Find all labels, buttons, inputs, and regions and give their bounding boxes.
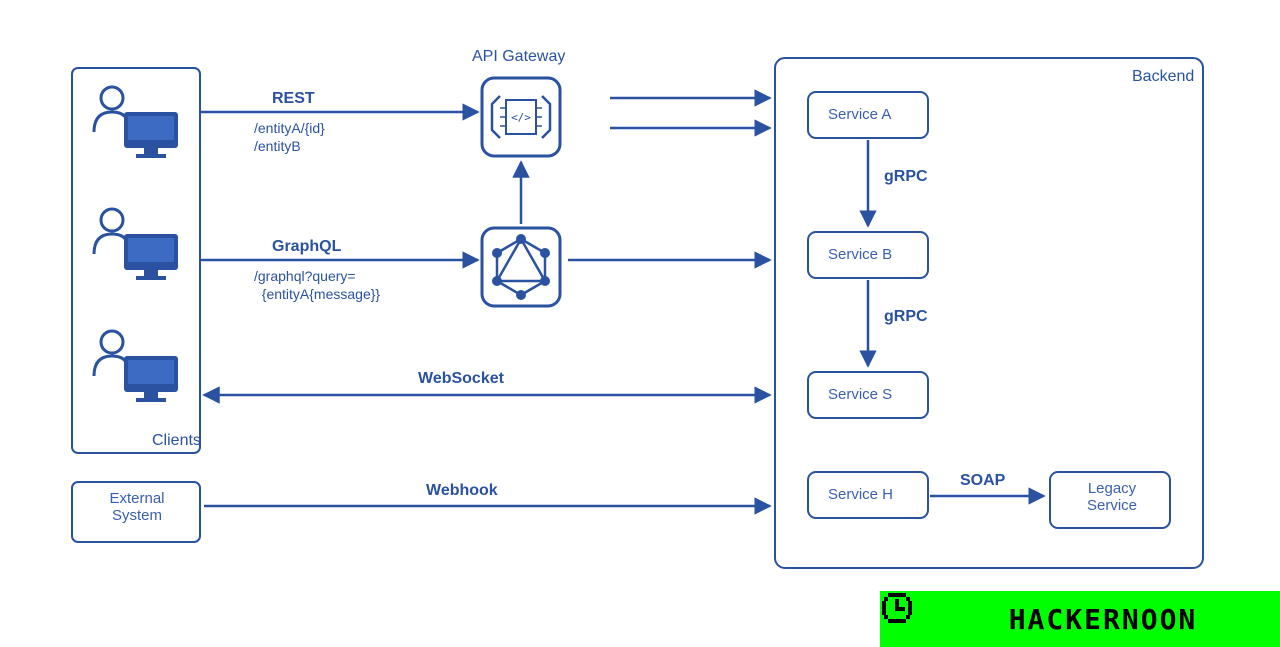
- rest-path-1: /entityA/{id}: [254, 120, 325, 136]
- svg-text:</>: </>: [511, 111, 531, 124]
- external-system-label: External System: [92, 490, 182, 524]
- websocket-label: WebSocket: [418, 370, 504, 388]
- rest-label: REST: [272, 90, 315, 108]
- backend-label: Backend: [1132, 68, 1194, 86]
- api-gateway-icon: </>: [492, 96, 550, 138]
- clients-label: Clients: [152, 432, 201, 450]
- webhook-label: Webhook: [426, 482, 498, 500]
- api-gateway-title: API Gateway: [472, 48, 565, 66]
- client-icon-2: [94, 209, 178, 280]
- service-s-label: Service S: [828, 386, 892, 403]
- graphql-label: GraphQL: [272, 238, 341, 256]
- service-h-label: Service H: [828, 486, 893, 503]
- grpc-2-label: gRPC: [884, 308, 928, 326]
- service-b-label: Service B: [828, 246, 892, 263]
- graphql-path-1: /graphql?query=: [254, 268, 356, 284]
- hackernoon-watermark: HACKERNOON: [880, 591, 1280, 647]
- grpc-1-label: gRPC: [884, 168, 928, 186]
- soap-label: SOAP: [960, 472, 1005, 490]
- legacy-service-label: Legacy Service: [1074, 480, 1150, 514]
- client-icon-3: [94, 331, 178, 402]
- clock-icon: [963, 601, 999, 637]
- rest-path-2: /entityB: [254, 138, 301, 154]
- service-a-label: Service A: [828, 106, 891, 123]
- hackernoon-text: HACKERNOON: [1009, 603, 1198, 636]
- diagram-svg: </>: [0, 0, 1280, 647]
- architecture-diagram: </> Clients Ext: [0, 0, 1280, 647]
- graphql-icon: [492, 234, 550, 300]
- graphql-path-2: {entityA{message}}: [254, 286, 380, 302]
- client-icon-1: [94, 87, 178, 158]
